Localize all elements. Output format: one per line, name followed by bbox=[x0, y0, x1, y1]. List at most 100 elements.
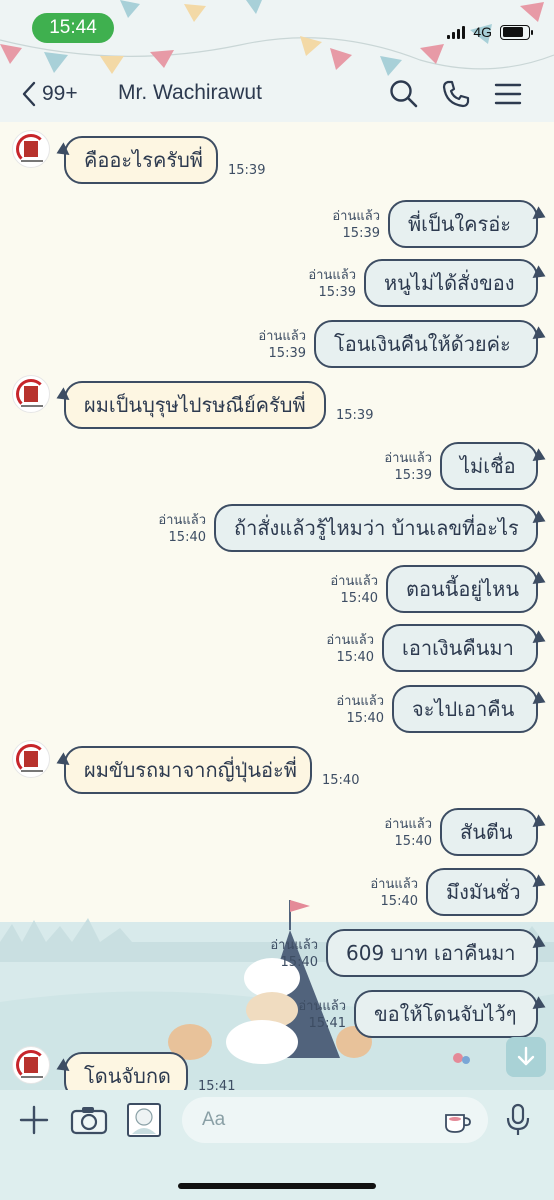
menu-icon bbox=[494, 83, 522, 105]
avatar[interactable] bbox=[12, 740, 50, 778]
read-receipt: อ่านแล้ว bbox=[332, 209, 380, 224]
arrow-down-icon bbox=[517, 1046, 535, 1066]
message-meta: อ่านแล้ว 15:40 bbox=[336, 693, 384, 727]
read-receipt: อ่านแล้ว bbox=[258, 329, 306, 344]
message-bubble[interactable]: ไม่เชื่อ bbox=[440, 442, 538, 490]
home-indicator bbox=[178, 1183, 376, 1189]
chat-header: 99+ Mr. Wachirawut bbox=[0, 70, 554, 118]
network-type: 4G bbox=[473, 24, 492, 40]
message-time: 15:39 bbox=[394, 468, 432, 483]
incoming-message: คืออะไรครับพี่ 15:39 bbox=[0, 130, 554, 196]
message-bubble[interactable]: สันตีน bbox=[440, 808, 538, 856]
read-receipt: อ่านแล้ว bbox=[384, 817, 432, 832]
incoming-message: ผมขับรถมาจากญี่ปุ่นอ่ะพี่ 15:40 bbox=[0, 740, 554, 806]
message-bubble[interactable]: คืออะไรครับพี่ bbox=[64, 136, 218, 184]
avatar[interactable] bbox=[12, 375, 50, 413]
message-meta: อ่านแล้ว 15:39 bbox=[332, 208, 380, 242]
message-bubble[interactable]: มึงมันชั่ว bbox=[426, 868, 538, 916]
back-button[interactable]: 99+ bbox=[20, 78, 110, 110]
top-bar: 15:44 4G 99+ Mr. Wachirawut bbox=[0, 0, 554, 122]
read-receipt: อ่านแล้ว bbox=[298, 999, 346, 1014]
incoming-message: โดนจับกด 15:41 bbox=[0, 1046, 554, 1090]
message-meta: อ่านแล้ว 15:40 bbox=[326, 632, 374, 666]
message-time: 15:39 bbox=[268, 346, 306, 361]
outgoing-message: มึงมันชั่ว อ่านแล้ว 15:40 bbox=[0, 866, 554, 928]
incoming-message: ผมเป็นบุรุษไปรษณีย์ครับพี่ 15:39 bbox=[0, 375, 554, 441]
message-bubble[interactable]: พี่เป็นใครอ่ะ bbox=[388, 200, 538, 248]
search-icon bbox=[390, 80, 418, 108]
signal-icon bbox=[447, 25, 466, 39]
message-time: 15:40 bbox=[322, 773, 360, 788]
message-time: 15:41 bbox=[308, 1016, 346, 1031]
avatar[interactable] bbox=[12, 130, 50, 168]
sticker-icon bbox=[445, 1114, 471, 1133]
message-time: 15:39 bbox=[318, 285, 356, 300]
outgoing-message: 609 บาท เอาคืนมา อ่านแล้ว 15:40 bbox=[0, 927, 554, 989]
photo-button[interactable] bbox=[126, 1102, 162, 1138]
message-time: 15:40 bbox=[380, 894, 418, 909]
outgoing-message: ถ้าสั่งแล้วรู้ไหมว่า บ้านเลขที่อะไร อ่านแ… bbox=[0, 502, 554, 564]
message-time: 15:40 bbox=[280, 955, 318, 970]
message-time: 15:41 bbox=[198, 1079, 236, 1090]
camera-button[interactable] bbox=[70, 1102, 108, 1138]
message-meta: อ่านแล้ว 15:40 bbox=[384, 816, 432, 850]
add-button[interactable] bbox=[16, 1102, 52, 1138]
message-meta: 15:39 bbox=[228, 162, 265, 179]
message-meta: 15:41 bbox=[198, 1078, 235, 1090]
message-bubble[interactable]: ขอให้โดนจับไว้ๆ bbox=[354, 990, 538, 1038]
message-bubble[interactable]: เอาเงินคืนมา bbox=[382, 624, 538, 672]
read-receipt: อ่านแล้ว bbox=[370, 877, 418, 892]
status-time: 15:44 bbox=[32, 13, 114, 43]
message-bubble[interactable]: ตอนนี้อยู่ไหน bbox=[386, 565, 538, 613]
message-meta: อ่านแล้ว 15:39 bbox=[308, 267, 356, 301]
outgoing-message: ไม่เชื่อ อ่านแล้ว 15:39 bbox=[0, 440, 554, 502]
read-receipt: อ่านแล้ว bbox=[158, 513, 206, 528]
scroll-to-bottom-button[interactable] bbox=[506, 1037, 546, 1077]
message-meta: อ่านแล้ว 15:40 bbox=[370, 876, 418, 910]
read-receipt: อ่านแล้ว bbox=[326, 633, 374, 648]
message-meta: 15:39 bbox=[336, 407, 373, 424]
outgoing-message: หนูไม่ได้สั่งของ อ่านแล้ว 15:39 bbox=[0, 257, 554, 319]
call-button[interactable] bbox=[440, 78, 472, 110]
outgoing-message: ขอให้โดนจับไว้ๆ อ่านแล้ว 15:41 bbox=[0, 988, 554, 1050]
message-meta: อ่านแล้ว 15:40 bbox=[330, 573, 378, 607]
message-bubble[interactable]: หนูไม่ได้สั่งของ bbox=[364, 259, 538, 307]
message-time: 15:40 bbox=[346, 711, 384, 726]
read-receipt: อ่านแล้ว bbox=[384, 451, 432, 466]
camera-icon bbox=[70, 1107, 108, 1135]
message-time: 15:40 bbox=[168, 530, 206, 545]
message-meta: อ่านแล้ว 15:40 bbox=[270, 937, 318, 971]
message-bubble[interactable]: ผมเป็นบุรุษไปรษณีย์ครับพี่ bbox=[64, 381, 326, 429]
read-receipt: อ่านแล้ว bbox=[308, 268, 356, 283]
outgoing-message: โอนเงินคืนให้ด้วยค่ะ อ่านแล้ว 15:39 bbox=[0, 318, 554, 380]
message-bubble[interactable]: ผมขับรถมาจากญี่ปุ่นอ่ะพี่ bbox=[64, 746, 312, 794]
message-meta: 15:40 bbox=[322, 772, 359, 789]
message-bubble[interactable]: โอนเงินคืนให้ด้วยค่ะ bbox=[314, 320, 538, 368]
message-time: 15:40 bbox=[340, 591, 378, 606]
message-bubble[interactable]: โดนจับกด bbox=[64, 1052, 188, 1090]
message-time: 15:40 bbox=[394, 834, 432, 849]
phone-icon bbox=[442, 80, 470, 108]
message-meta: อ่านแล้ว 15:39 bbox=[384, 450, 432, 484]
outgoing-message: จะไปเอาคืน อ่านแล้ว 15:40 bbox=[0, 683, 554, 745]
battery-icon bbox=[500, 24, 533, 40]
message-bubble[interactable]: 609 บาท เอาคืนมา bbox=[326, 929, 538, 977]
sticker-button[interactable] bbox=[442, 1106, 472, 1136]
message-bubble[interactable]: จะไปเอาคืน bbox=[392, 685, 538, 733]
menu-button[interactable] bbox=[492, 78, 524, 110]
message-time: 15:39 bbox=[228, 163, 266, 178]
outgoing-message: เอาเงินคืนมา อ่านแล้ว 15:40 bbox=[0, 622, 554, 684]
voice-button[interactable] bbox=[502, 1102, 538, 1138]
message-time: 15:40 bbox=[336, 650, 374, 665]
avatar[interactable] bbox=[12, 1046, 50, 1084]
plus-icon bbox=[19, 1105, 49, 1135]
microphone-icon bbox=[506, 1103, 530, 1135]
outgoing-message: พี่เป็นใครอ่ะ อ่านแล้ว 15:39 bbox=[0, 198, 554, 260]
chevron-left-icon bbox=[22, 81, 36, 107]
photo-icon bbox=[127, 1103, 161, 1137]
search-button[interactable] bbox=[388, 78, 420, 110]
message-bubble[interactable]: ถ้าสั่งแล้วรู้ไหมว่า บ้านเลขที่อะไร bbox=[214, 504, 538, 552]
outgoing-message: ตอนนี้อยู่ไหน อ่านแล้ว 15:40 bbox=[0, 563, 554, 625]
read-receipt: อ่านแล้ว bbox=[336, 694, 384, 709]
chat-area[interactable]: คืออะไรครับพี่ 15:39 พี่เป็นใครอ่ะ อ่านแล้ว… bbox=[0, 122, 554, 1090]
